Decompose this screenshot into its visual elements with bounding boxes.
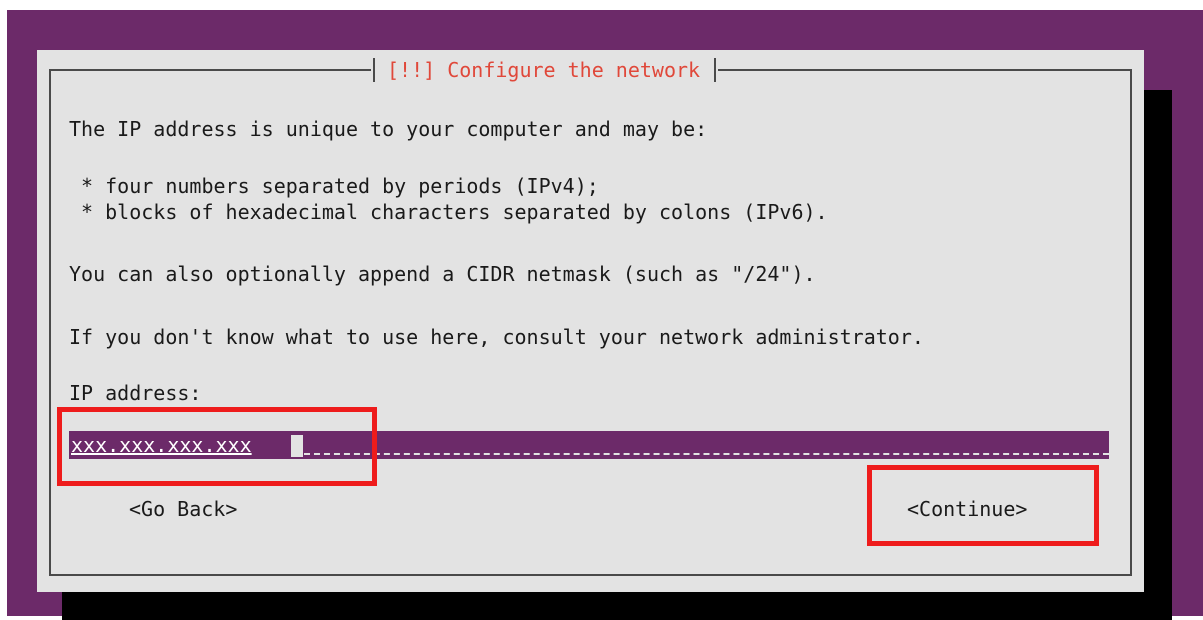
continue-highlight	[867, 465, 1099, 546]
dialog-title-wrap: [!!] Configure the network	[371, 56, 719, 84]
bullet-ipv4: * four numbers separated by periods (IPv…	[69, 174, 599, 198]
bullet-ipv6: * blocks of hexadecimal characters separ…	[69, 200, 828, 224]
intro-text: The IP address is unique to your compute…	[69, 117, 708, 141]
ip-field-highlight	[57, 407, 377, 486]
title-right-bar	[714, 58, 717, 82]
consult-note: If you don't know what to use here, cons…	[69, 325, 924, 349]
cidr-note: You can also optionally append a CIDR ne…	[69, 262, 816, 286]
dialog-title: [!!] Configure the network	[387, 58, 701, 82]
ip-address-label: IP address:	[69, 381, 202, 405]
go-back-button[interactable]: <Go Back>	[129, 496, 237, 522]
input-underline	[304, 453, 1109, 455]
